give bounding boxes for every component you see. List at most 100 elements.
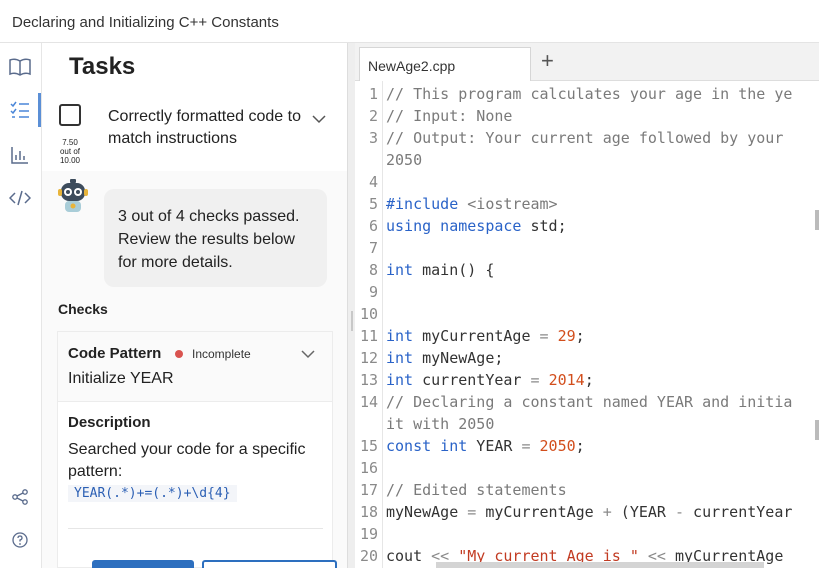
check-card: Code Pattern Incomplete Initialize YEAR … — [57, 331, 333, 568]
code-line[interactable]: 10 — [355, 303, 819, 325]
code-line[interactable]: 2050 — [355, 149, 819, 171]
code-token: = — [539, 327, 549, 345]
check-card-header[interactable]: Code Pattern Incomplete Initialize YEAR — [58, 332, 332, 402]
robot-avatar-icon — [57, 179, 89, 213]
line-source[interactable]: it with 2050 — [386, 413, 494, 435]
check-name: Code Pattern — [68, 345, 162, 362]
code-editor[interactable]: 1 // This program calculates your age in … — [355, 81, 819, 568]
task-score-of: out of — [59, 147, 80, 156]
editor-tab-bar: NewAge2.cpp + — [355, 43, 819, 81]
code-line[interactable]: 17 // Edited statements — [355, 479, 819, 501]
title-bar: Declaring and Initializing C++ Constants — [0, 0, 819, 43]
drag-handle-icon[interactable] — [351, 311, 353, 331]
code-token: YEAR — [467, 437, 522, 455]
code-token: main() { — [413, 261, 495, 279]
code-token: int — [386, 371, 414, 389]
code-line[interactable]: 12 int myNewAge; — [355, 347, 819, 369]
code-token: 2014 — [548, 371, 585, 389]
task-score-total: 10.00 — [59, 156, 81, 165]
code-line[interactable]: 18 myNewAge = myCurrentAge + (YEAR - curr… — [355, 501, 819, 523]
code-line[interactable]: 6 using namespace std; — [355, 215, 819, 237]
code-line[interactable]: 1 // This program calculates your age in … — [355, 83, 819, 105]
primary-button[interactable] — [92, 560, 194, 568]
scrollbar-vertical[interactable] — [815, 210, 819, 230]
line-source[interactable]: int main() { — [386, 259, 494, 281]
code-token: currentYear — [413, 371, 531, 389]
line-source[interactable]: int myNewAge; — [386, 347, 503, 369]
line-source[interactable]: // Output: Your current age followed by … — [386, 127, 783, 149]
line-source[interactable]: int currentYear = 2014; — [386, 369, 594, 391]
code-token: <iostream> — [467, 195, 558, 213]
line-number: 17 — [359, 481, 378, 499]
line-source[interactable]: // Input: None — [386, 105, 512, 127]
code-line[interactable]: 2 // Input: None — [355, 105, 819, 127]
chevron-down-icon[interactable] — [312, 111, 326, 129]
code-token: ; — [584, 371, 594, 389]
panel-title: Tasks — [69, 53, 136, 80]
line-source[interactable]: using namespace std; — [386, 215, 567, 237]
code-line[interactable]: 3 // Output: Your current age followed by… — [355, 127, 819, 149]
line-source[interactable]: // Edited statements — [386, 479, 567, 501]
panel-splitter[interactable] — [347, 43, 355, 568]
code-line[interactable]: 16 — [355, 457, 819, 479]
description-heading: Description — [68, 414, 151, 431]
share-icon[interactable] — [8, 485, 32, 509]
line-source[interactable]: // This program calculates your age in t… — [386, 83, 792, 105]
code-line[interactable]: 4 — [355, 171, 819, 193]
line-number: 11 — [359, 327, 378, 345]
code-line[interactable]: it with 2050 — [355, 413, 819, 435]
code-token: // Output: Your current age followed by … — [386, 129, 784, 147]
code-line[interactable]: 13 int currentYear = 2014; — [355, 369, 819, 391]
code-token: = — [530, 371, 540, 389]
tab-label: NewAge2.cpp — [368, 58, 456, 74]
line-source[interactable]: int myCurrentAge = 29; — [386, 325, 585, 347]
tasks-list-icon[interactable] — [8, 98, 32, 122]
tasks-panel: Tasks 7.50 out of 10.00 Correctly format… — [42, 43, 347, 568]
scrollbar-vertical-marker[interactable] — [815, 420, 819, 440]
code-line[interactable]: 11 int myCurrentAge = 29; — [355, 325, 819, 347]
code-token: int — [386, 261, 414, 279]
check-description: Searched your code for a specific patter… — [68, 441, 306, 480]
code-token: = — [467, 503, 477, 521]
add-tab-button[interactable]: + — [541, 48, 554, 74]
line-number: 13 — [359, 371, 378, 389]
code-token: - — [675, 503, 685, 521]
bar-chart-icon[interactable] — [8, 143, 32, 167]
code-token: myCurrentAge — [413, 327, 540, 345]
book-icon[interactable] — [8, 55, 32, 79]
task-checkbox[interactable] — [59, 104, 81, 126]
chevron-down-icon[interactable] — [301, 346, 315, 364]
code-token: = — [521, 437, 531, 455]
code-line[interactable]: 14 // Declaring a constant named YEAR and… — [355, 391, 819, 413]
code-line[interactable]: 9 — [355, 281, 819, 303]
window-title: Declaring and Initializing C++ Constants — [12, 14, 279, 31]
line-source[interactable]: myNewAge = myCurrentAge + (YEAR - curren… — [386, 501, 792, 523]
check-title: Initialize YEAR — [68, 370, 174, 387]
code-line[interactable]: 8 int main() { — [355, 259, 819, 281]
feedback-bubble: 3 out of 4 checks passed. Review the res… — [104, 189, 327, 287]
line-source[interactable]: 2050 — [386, 149, 422, 171]
line-source[interactable]: #include <iostream> — [386, 193, 558, 215]
code-line[interactable]: 15 const int YEAR = 2050; — [355, 435, 819, 457]
code-token: cout — [386, 547, 432, 565]
line-source[interactable]: const int YEAR = 2050; — [386, 435, 585, 457]
code-line[interactable]: 5 #include <iostream> — [355, 193, 819, 215]
active-indicator — [38, 93, 41, 127]
scrollbar-horizontal[interactable] — [436, 562, 764, 568]
code-icon[interactable] — [8, 186, 32, 210]
line-number: 15 — [359, 437, 378, 455]
line-number: 12 — [359, 349, 378, 367]
tab-newage2-cpp[interactable]: NewAge2.cpp — [359, 47, 531, 81]
help-icon[interactable] — [8, 528, 32, 552]
divider — [68, 528, 323, 529]
secondary-button[interactable] — [202, 560, 337, 568]
line-number: 7 — [368, 239, 378, 257]
task-row[interactable]: 7.50 out of 10.00 Correctly formatted co… — [42, 89, 347, 171]
line-source[interactable]: // Declaring a constant named YEAR and i… — [386, 391, 792, 413]
line-number: 4 — [368, 173, 378, 191]
line-number: 5 — [368, 195, 378, 213]
code-token: // Edited statements — [386, 481, 567, 499]
code-line[interactable]: 19 — [355, 523, 819, 545]
code-line[interactable]: 7 — [355, 237, 819, 259]
